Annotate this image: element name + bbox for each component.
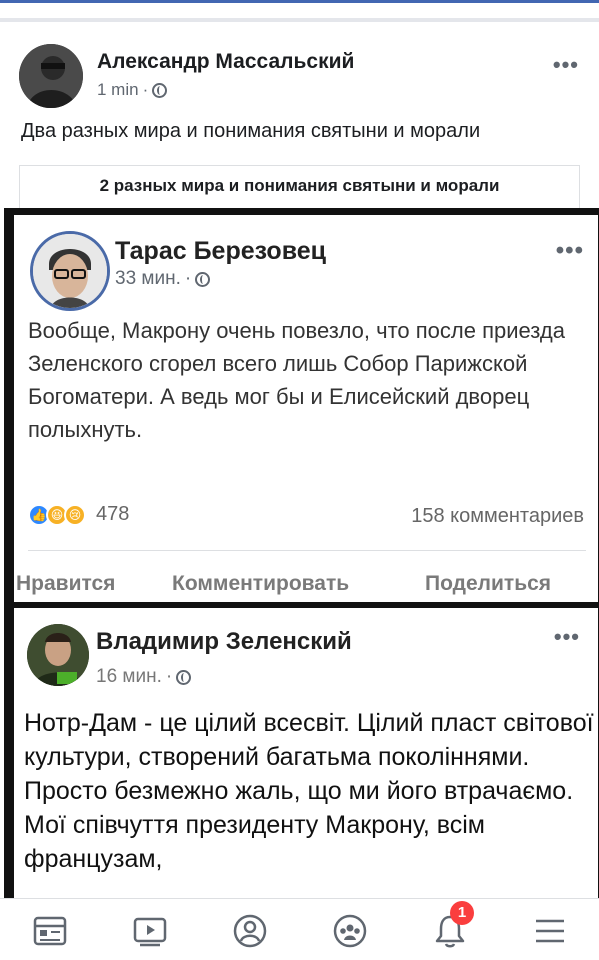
post-text: Нотр-Дам - це цілий всесвіт. Цілий пласт… bbox=[24, 709, 594, 873]
like-action: Нравится bbox=[16, 572, 116, 595]
more-options-icon: ••• bbox=[555, 237, 584, 264]
nav-watch[interactable] bbox=[132, 913, 168, 949]
avatar bbox=[30, 231, 110, 311]
avatar[interactable] bbox=[19, 44, 83, 108]
watch-icon bbox=[133, 917, 167, 947]
reaction-count: 478 bbox=[96, 503, 130, 525]
profile-icon bbox=[233, 914, 267, 948]
post-text: Вообще, Макрону очень повезло, что после… bbox=[28, 318, 565, 442]
divider bbox=[28, 550, 586, 551]
meta-separator: · bbox=[184, 268, 192, 289]
embedded-post-zelensky: Владимир Зеленский 16 мин. · ••• Нотр-Да… bbox=[14, 608, 598, 898]
post-meta: 1 min · bbox=[97, 80, 168, 100]
embedded-post-berezovets: Тарас Березовец 33 мин. · ••• Вообще, Ма… bbox=[14, 215, 598, 602]
top-status-strip bbox=[0, 0, 599, 22]
news-feed-icon bbox=[33, 916, 67, 946]
avatar-photo-icon bbox=[19, 44, 83, 108]
bottom-navigation: 1 bbox=[0, 898, 599, 960]
post-text: Два разных мира и понимания святыни и мо… bbox=[21, 120, 481, 142]
nav-groups[interactable] bbox=[332, 913, 368, 949]
post-meta: 16 мин. · bbox=[96, 666, 192, 688]
post-time[interactable]: 1 min bbox=[97, 80, 139, 100]
menu-icon bbox=[536, 919, 564, 943]
attachment-caption[interactable]: 2 разных мира и понимания святыни и мора… bbox=[19, 165, 580, 208]
author-name: Владимир Зеленский bbox=[96, 628, 352, 655]
avatar bbox=[27, 624, 89, 686]
globe-icon bbox=[195, 271, 211, 287]
post-time: 33 мин. bbox=[115, 268, 181, 289]
reactions-summary: 👍 😆 😢 478 bbox=[28, 503, 129, 526]
meta-separator: · bbox=[165, 666, 173, 687]
more-options-icon: ••• bbox=[553, 624, 580, 649]
meta-separator: · bbox=[142, 80, 149, 99]
nav-news-feed[interactable] bbox=[32, 913, 68, 949]
feed-separator bbox=[0, 18, 599, 22]
avatar-photo-icon bbox=[33, 234, 107, 308]
more-options-icon[interactable]: ••• bbox=[553, 52, 579, 78]
author-name: Тарас Березовец bbox=[115, 237, 327, 265]
notification-badge: 1 bbox=[450, 901, 474, 925]
comments-count: 158 комментариев bbox=[411, 505, 584, 527]
nav-menu[interactable] bbox=[532, 913, 568, 949]
nav-profile[interactable] bbox=[232, 913, 268, 949]
post-meta: 33 мин. · bbox=[115, 268, 211, 290]
shared-screenshot[interactable]: Тарас Березовец 33 мин. · ••• Вообще, Ма… bbox=[4, 208, 599, 898]
post-time: 16 мин. bbox=[96, 666, 162, 687]
post-header: Александр Массальский 1 min · ••• bbox=[0, 30, 599, 114]
avatar-photo-icon bbox=[27, 624, 89, 686]
globe-icon bbox=[152, 82, 168, 98]
globe-icon bbox=[176, 669, 192, 685]
comment-action: Комментировать bbox=[172, 572, 350, 595]
groups-icon bbox=[333, 914, 367, 948]
sad-reaction-icon: 😢 bbox=[64, 503, 86, 526]
brand-bar bbox=[0, 0, 599, 3]
share-action: Поделиться bbox=[425, 572, 552, 595]
nav-notifications[interactable]: 1 bbox=[432, 901, 474, 949]
author-name[interactable]: Александр Массальский bbox=[97, 50, 354, 74]
